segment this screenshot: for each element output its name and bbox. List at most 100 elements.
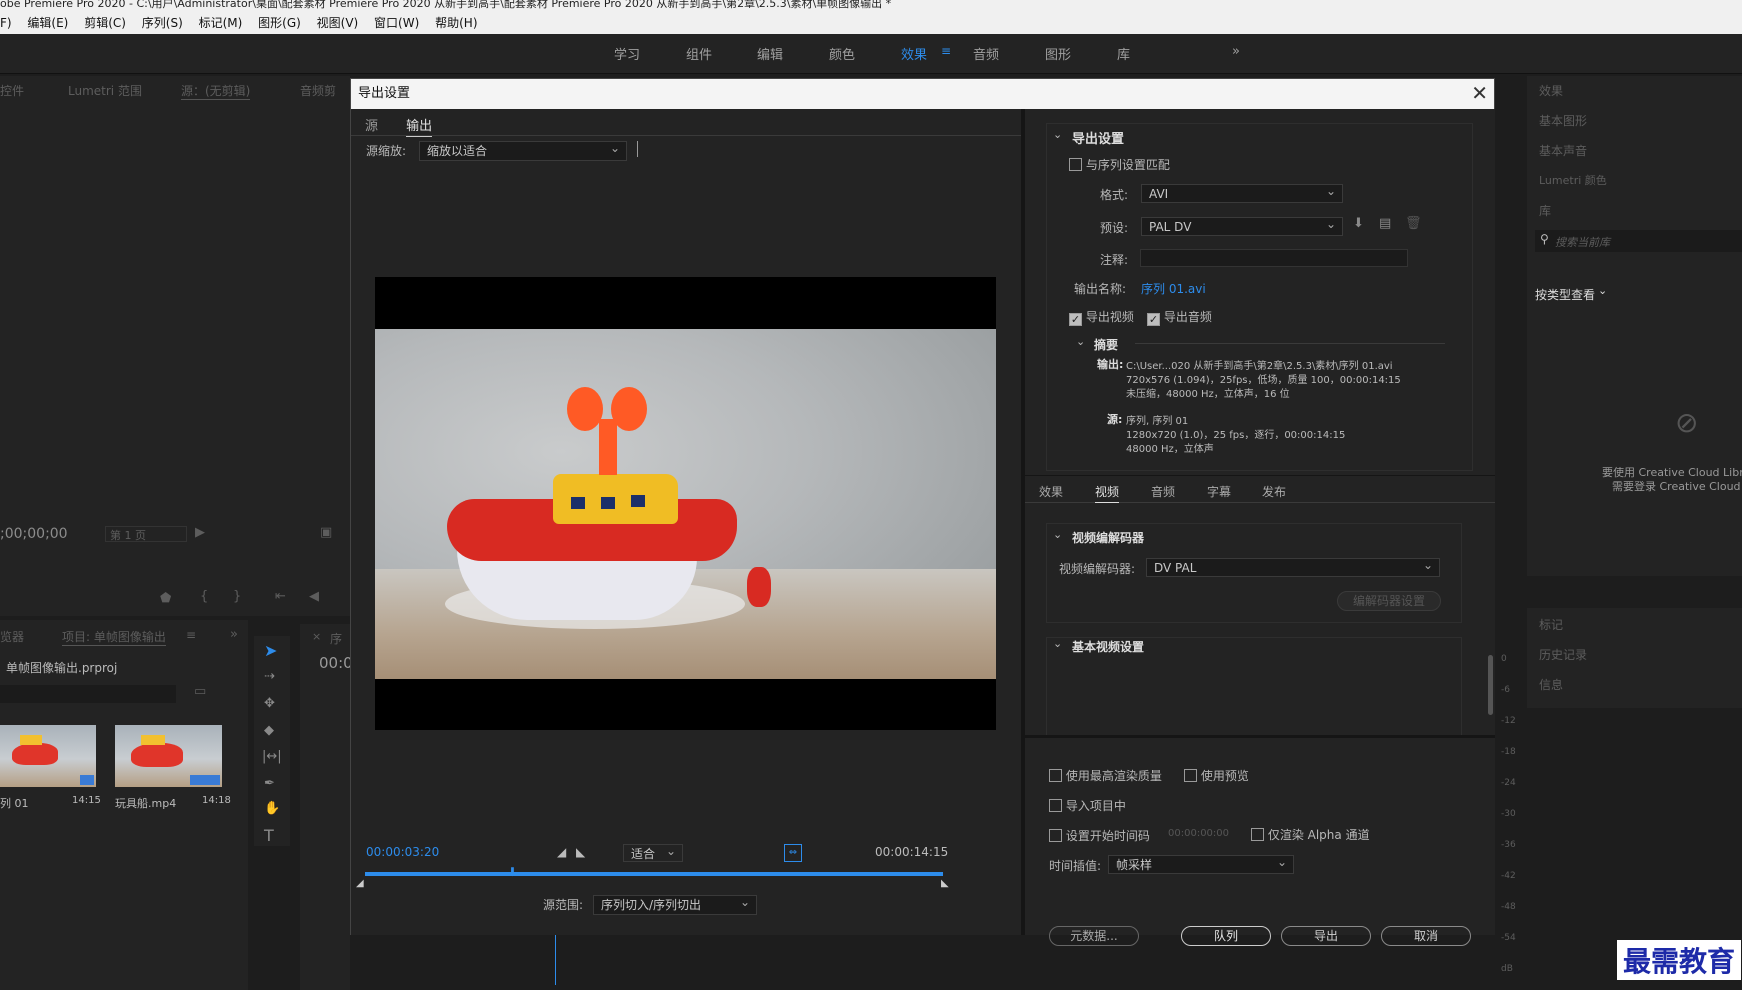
tab-lumetri-scopes[interactable]: Lumetri 范围 xyxy=(68,82,142,99)
bin-icon[interactable]: ▭ xyxy=(194,684,206,699)
aspect-correction-icon[interactable]: ⇔ xyxy=(784,844,802,862)
delete-preset-icon[interactable]: 🗑 xyxy=(1405,216,1422,231)
playhead-icon[interactable]: ⬇ xyxy=(507,865,517,879)
clip-thumbnail-video[interactable] xyxy=(115,725,222,787)
project-menu-icon[interactable]: ≡ xyxy=(186,628,196,642)
use-previews-checkbox[interactable]: 使用预览 xyxy=(1184,767,1249,784)
codec-settings-button[interactable]: 编解码器设置 xyxy=(1337,591,1441,611)
tab-publish[interactable]: 发布 xyxy=(1262,483,1286,500)
track-select-icon[interactable]: ⇢ xyxy=(264,669,275,684)
menu-file[interactable]: F) xyxy=(0,16,12,30)
tab-media-browser[interactable]: 览器 xyxy=(0,628,24,645)
menu-graphics[interactable]: 图形(G) xyxy=(258,16,301,30)
selection-tool-icon[interactable]: ➤ xyxy=(264,641,277,660)
panel-lumetri-color[interactable]: Lumetri 颜色 xyxy=(1539,172,1607,188)
menu-edit[interactable]: 编辑(E) xyxy=(27,16,68,30)
save-preset-icon[interactable]: ⬇ xyxy=(1353,216,1364,231)
metadata-button[interactable]: 元数据... xyxy=(1049,926,1139,946)
panel-essential-graphics[interactable]: 基本图形 xyxy=(1539,112,1587,129)
set-in-point-icon[interactable]: ◢ xyxy=(557,845,566,859)
import-into-project-checkbox[interactable]: 导入项目中 xyxy=(1049,797,1126,814)
workspace-audio[interactable]: 音频 xyxy=(973,44,999,63)
menu-clip[interactable]: 剪辑(C) xyxy=(84,16,126,30)
scrollbar-thumb[interactable] xyxy=(1488,655,1493,715)
tab-project[interactable]: 项目: 单帧图像输出 xyxy=(62,628,166,646)
start-timecode-value[interactable]: 00:00:00:00 xyxy=(1168,828,1229,839)
pen-tool-icon[interactable]: ✒ xyxy=(264,776,275,791)
menu-help[interactable]: 帮助(H) xyxy=(435,16,477,30)
mark-in-icon[interactable]: { xyxy=(200,589,208,604)
tab-source[interactable]: 源：(无剪辑) xyxy=(181,82,251,100)
out-handle-icon[interactable]: ◣ xyxy=(941,878,949,889)
export-audio-checkbox[interactable]: 导出音频 xyxy=(1147,308,1212,326)
tab-timeline-sequence[interactable]: 序 xyxy=(330,630,342,647)
type-tool-icon[interactable]: T xyxy=(264,826,274,845)
cancel-button[interactable]: 取消 xyxy=(1381,926,1471,946)
workspace-more-icon[interactable]: » xyxy=(1232,44,1240,59)
panel-libraries[interactable]: 库 xyxy=(1539,202,1551,219)
panel-info[interactable]: 信息 xyxy=(1539,676,1563,693)
go-to-in-icon[interactable]: ⇤ xyxy=(275,589,286,604)
panel-history[interactable]: 历史记录 xyxy=(1539,646,1587,663)
source-range-select[interactable]: 序列切入/序列切出 xyxy=(593,893,757,915)
source-scale-select[interactable]: 缩放以适合 xyxy=(419,139,627,161)
workspace-editing[interactable]: 编辑 xyxy=(757,44,783,63)
view-by-dropdown[interactable]: 按类型查看 xyxy=(1535,286,1595,303)
tab-captions[interactable]: 字幕 xyxy=(1207,483,1231,500)
tab-effects[interactable]: 效果 xyxy=(1039,483,1063,500)
tab-source[interactable]: 源 xyxy=(365,119,378,134)
render-alpha-only-checkbox[interactable]: 仅渲染 Alpha 通道 xyxy=(1251,826,1370,843)
time-interpolation-select[interactable]: 帧采样 xyxy=(1108,853,1294,874)
panel-effects[interactable]: 效果 xyxy=(1539,82,1563,99)
panel-more-icon[interactable]: » xyxy=(230,627,238,642)
chevron-down-icon[interactable]: ⌄ xyxy=(1053,128,1062,141)
library-search-input[interactable]: ⚲ 搜索当前库 xyxy=(1535,230,1742,252)
tab-effect-controls[interactable]: 控件 xyxy=(0,82,24,99)
video-codec-select[interactable]: DV PAL xyxy=(1146,556,1440,577)
set-out-point-icon[interactable]: ◣ xyxy=(576,845,585,859)
workspace-menu-icon[interactable]: ≡ xyxy=(941,44,951,58)
workspace-effects[interactable]: 效果 xyxy=(901,44,927,63)
menu-view[interactable]: 视图(V) xyxy=(317,16,359,30)
slip-tool-icon[interactable]: |↔| xyxy=(262,749,282,764)
play-icon[interactable]: ▶ xyxy=(195,525,205,540)
chevron-down-icon[interactable]: ⌄ xyxy=(1053,637,1062,650)
in-handle-icon[interactable]: ◢ xyxy=(356,878,364,889)
format-select[interactable]: AVI xyxy=(1141,182,1343,203)
tab-audio[interactable]: 音频 xyxy=(1151,483,1175,500)
hand-tool-icon[interactable]: ✋ xyxy=(264,801,280,816)
menu-window[interactable]: 窗口(W) xyxy=(374,16,419,30)
import-preset-icon[interactable]: ▤ xyxy=(1379,216,1391,231)
tab-audio-clip-mixer[interactable]: 音频剪 xyxy=(300,82,336,99)
queue-button[interactable]: 队列 xyxy=(1181,926,1271,946)
project-search-input[interactable] xyxy=(0,685,176,703)
menu-markers[interactable]: 标记(M) xyxy=(199,16,243,30)
step-back-icon[interactable]: ◀ xyxy=(309,589,319,604)
workspace-learn[interactable]: 学习 xyxy=(614,44,640,63)
export-button[interactable]: 导出 xyxy=(1281,926,1371,946)
zoom-select[interactable]: 适合 xyxy=(623,842,683,862)
razor-tool-icon[interactable]: ◆ xyxy=(264,723,274,738)
tab-video[interactable]: 视频 xyxy=(1095,483,1120,503)
match-sequence-checkbox[interactable]: 与序列设置匹配 xyxy=(1069,156,1170,173)
set-start-timecode-checkbox[interactable]: 设置开始时间码 xyxy=(1049,827,1150,844)
timeline-close-icon[interactable]: × xyxy=(312,630,321,643)
chevron-down-icon[interactable]: ⌄ xyxy=(1053,528,1062,541)
output-name-link[interactable]: 序列 01.avi xyxy=(1141,280,1206,297)
clip-thumbnail-sequence[interactable] xyxy=(0,725,96,787)
export-frame-icon[interactable]: ▣ xyxy=(320,525,332,540)
marker-icon[interactable]: ⬟ xyxy=(160,591,171,606)
ripple-edit-icon[interactable]: ✥ xyxy=(264,696,275,711)
panel-markers[interactable]: 标记 xyxy=(1539,616,1563,633)
preset-select[interactable]: PAL DV xyxy=(1141,215,1343,236)
chevron-down-icon[interactable]: ⌄ xyxy=(1598,284,1607,297)
max-render-quality-checkbox[interactable]: 使用最高渲染质量 xyxy=(1049,767,1162,784)
scrub-bar[interactable] xyxy=(365,872,943,876)
chevron-down-icon[interactable]: ⌄ xyxy=(1076,335,1085,348)
current-timecode[interactable]: 00:00:03:20 xyxy=(366,845,439,859)
export-video-checkbox[interactable]: 导出视频 xyxy=(1069,308,1134,326)
workspace-libraries[interactable]: 库 xyxy=(1117,44,1130,63)
comments-input[interactable] xyxy=(1140,249,1408,267)
page-select[interactable]: 第 1 页 xyxy=(105,526,187,542)
workspace-assembly[interactable]: 组件 xyxy=(686,44,712,63)
